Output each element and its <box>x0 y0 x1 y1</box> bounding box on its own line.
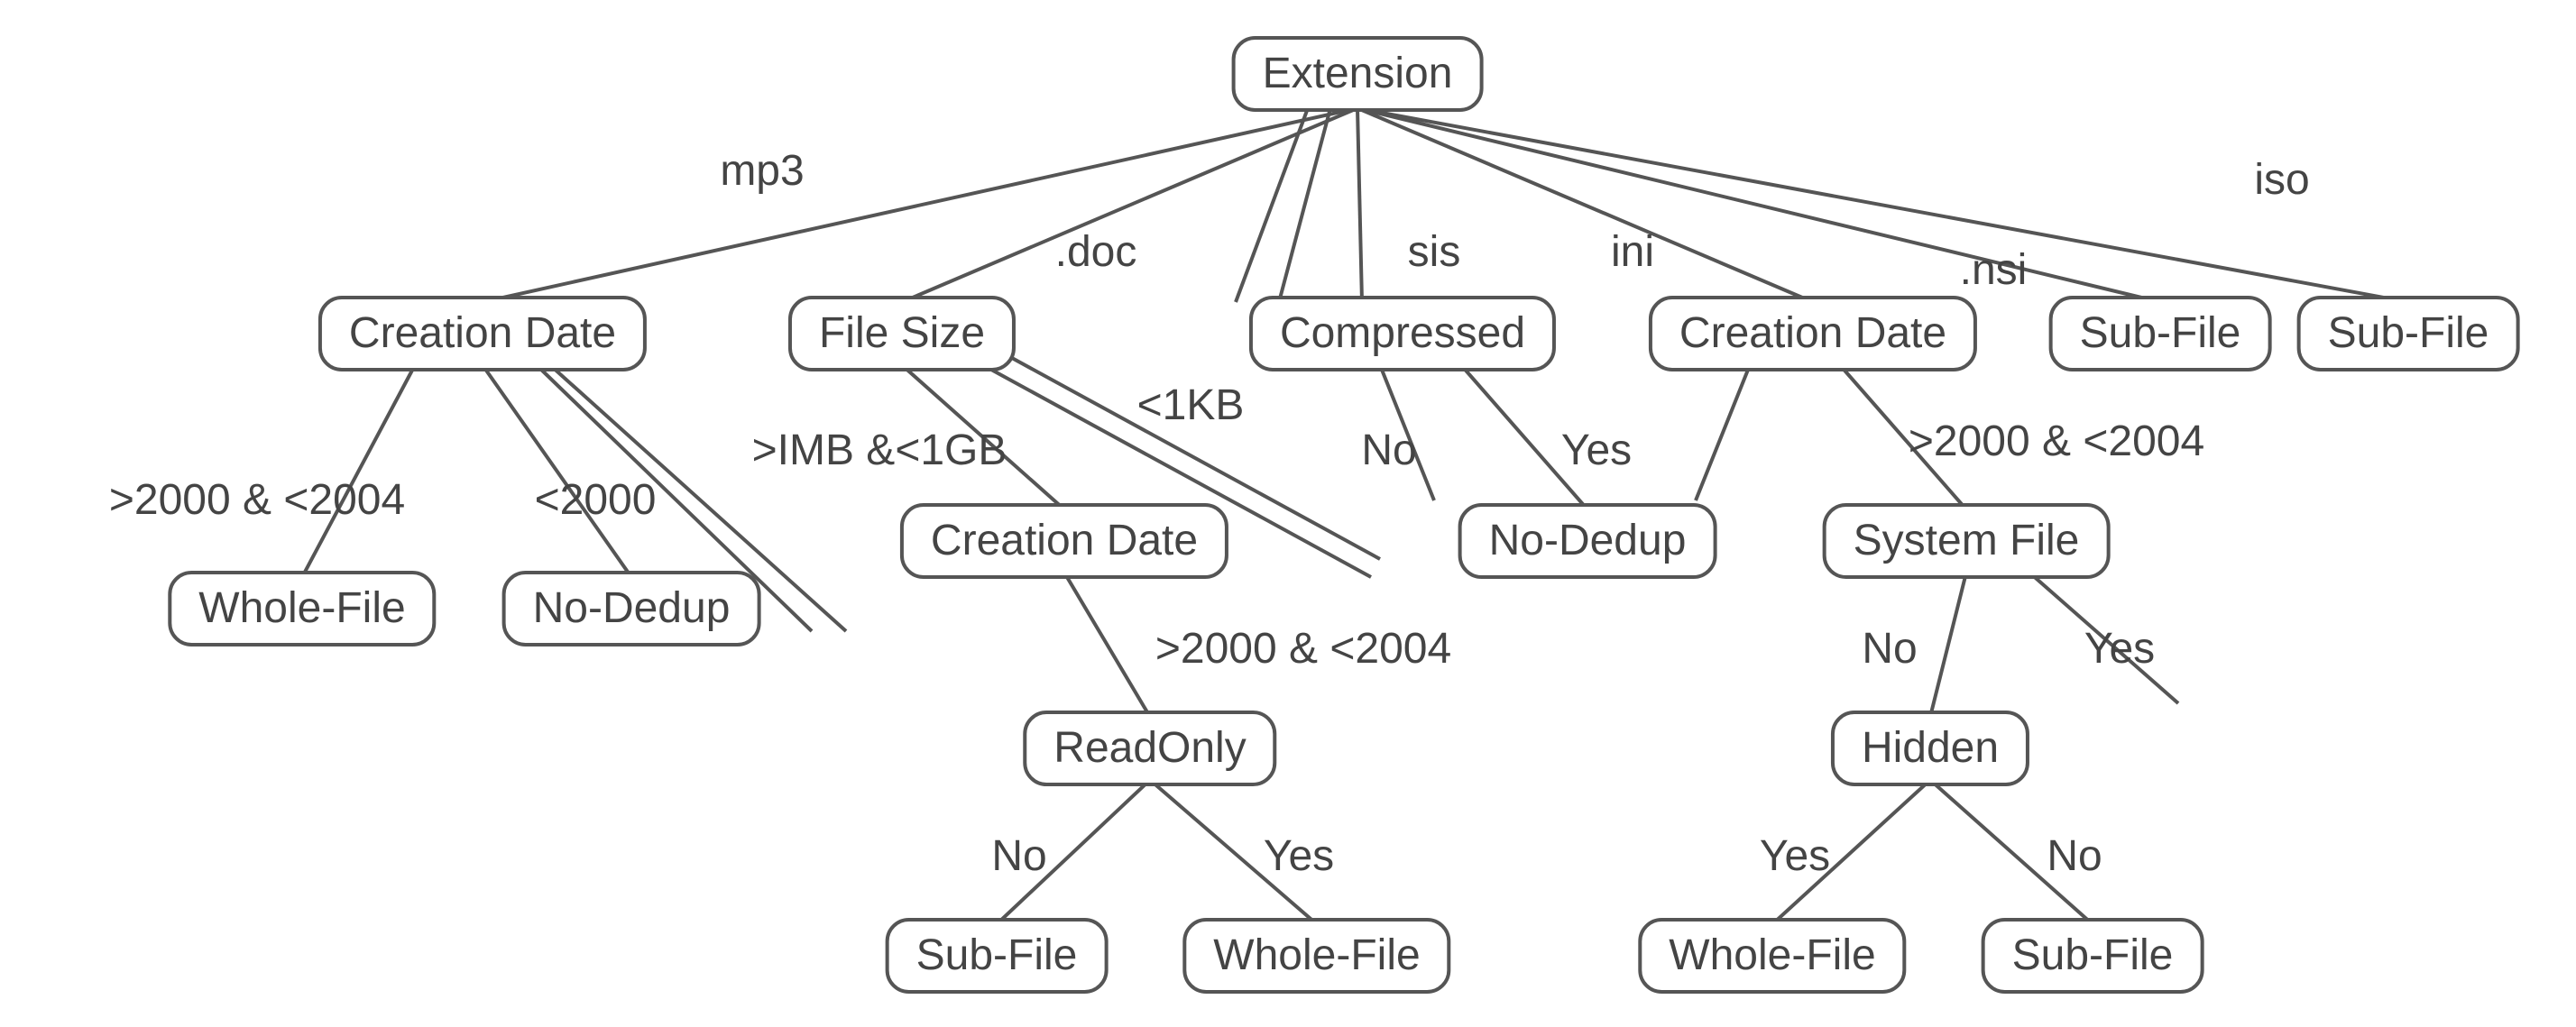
node-ini-creationdate: Creation Date <box>1649 296 1977 371</box>
node-doc-subfile: Sub-File <box>886 918 1109 994</box>
edge-label-ini-hid-no: No <box>2047 835 2102 878</box>
edge-label-sis-yes: Yes <box>1561 429 1632 472</box>
tree-edge <box>1279 108 1330 302</box>
edge-label-ini-hid-yes: Yes <box>1760 835 1830 878</box>
edge-label-doc-cd-range: >2000 & <2004 <box>1155 628 1451 671</box>
tree-edge <box>1930 573 1966 717</box>
edge-label-sis-no: No <box>1361 429 1416 472</box>
tree-edge <box>483 365 631 577</box>
tree-edge <box>1357 108 2160 302</box>
edge-label-mp3-range: >2000 & <2004 <box>109 479 405 522</box>
node-mp3-wholefile: Whole-File <box>168 571 436 646</box>
tree-edge <box>1357 108 2408 302</box>
tree-edge <box>1236 108 1308 302</box>
node-doc-filesize: File Size <box>788 296 1016 371</box>
decision-tree-diagram: Extension Creation Date Whole-File No-De… <box>0 0 2576 1027</box>
edge-label-doc-ro-yes: Yes <box>1264 835 1334 878</box>
tree-edge <box>1696 365 1750 500</box>
edge-label-ini-sys-yes: Yes <box>2084 628 2155 671</box>
edge-label-doc-lt1kb: <1KB <box>1137 384 1245 427</box>
edge-label-mp3: mp3 <box>720 150 804 193</box>
node-extension: Extension <box>1232 36 1484 112</box>
edge-label-ini-cd-range: >2000 & <2004 <box>1909 420 2204 463</box>
tree-edge <box>302 365 415 577</box>
node-mp3-nodedup: No-Dedup <box>502 571 761 646</box>
node-doc-creationdate: Creation Date <box>900 503 1228 579</box>
node-sis-compressed: Compressed <box>1249 296 1556 371</box>
edge-label-ini: ini <box>1611 231 1654 274</box>
edge-label-sis: sis <box>1408 231 1461 274</box>
node-iso-subfile: Sub-File <box>2297 296 2520 371</box>
tree-edge <box>483 108 1357 302</box>
node-mp3-creationdate: Creation Date <box>318 296 647 371</box>
edge-label-doc-ro-no: No <box>991 835 1046 878</box>
node-ini-hidden: Hidden <box>1831 711 2029 786</box>
edge-label-doc-1mb1gb: >IMB &<1GB <box>752 429 1007 472</box>
node-doc-wholefile: Whole-File <box>1182 918 1450 994</box>
node-nsi-subfile: Sub-File <box>2049 296 2272 371</box>
node-sis-nodedup: No-Dedup <box>1458 503 1717 579</box>
node-ini-wholefile: Whole-File <box>1638 918 1906 994</box>
node-ini-subfile: Sub-File <box>1982 918 2204 994</box>
node-doc-readonly: ReadOnly <box>1023 711 1276 786</box>
tree-edge <box>1357 108 1362 302</box>
edge-label-ini-sys-no: No <box>1862 628 1917 671</box>
edge-label-doc: .doc <box>1055 231 1137 274</box>
edge-label-nsi: .nsi <box>1960 249 2028 292</box>
node-ini-systemfile: System File <box>1823 503 2111 579</box>
tree-edge <box>1064 573 1150 717</box>
edge-label-mp3-lt2000: <2000 <box>535 479 657 522</box>
edge-label-iso: iso <box>2254 159 2309 202</box>
